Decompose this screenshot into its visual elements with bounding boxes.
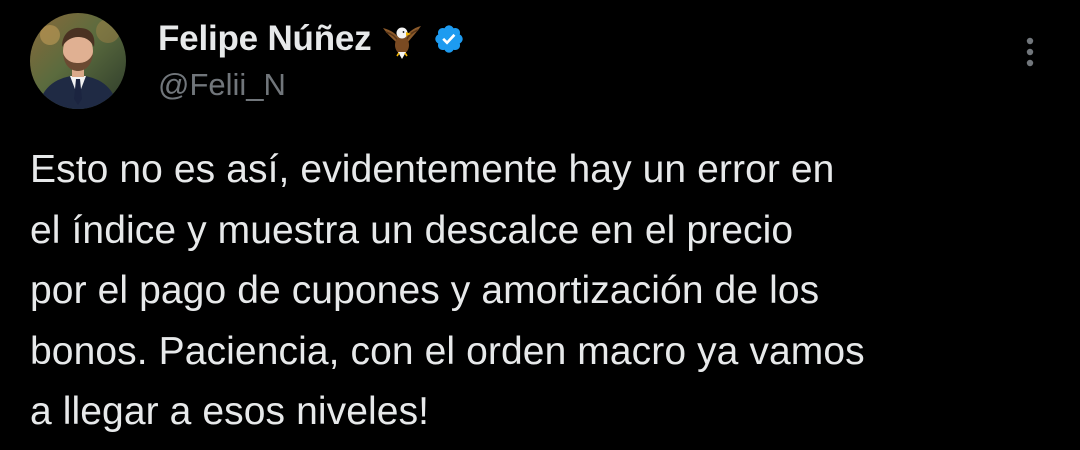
author-display-name[interactable]: Felipe Núñez: [158, 19, 372, 59]
avatar-image: [30, 13, 126, 109]
more-vertical-icon: [1026, 37, 1034, 67]
author-handle[interactable]: @Felii_N: [158, 67, 286, 103]
author-name-row: Felipe Núñez: [158, 16, 465, 62]
tweet-card: Felipe Núñez @Felii_N Esto no es así, ev…: [0, 0, 1080, 450]
avatar[interactable]: [30, 13, 126, 109]
more-options-button[interactable]: [1012, 30, 1048, 74]
eagle-icon: [381, 18, 423, 60]
verified-badge-icon[interactable]: [433, 23, 465, 55]
tweet-text: Esto no es así, evidentemente hay un err…: [30, 148, 865, 433]
